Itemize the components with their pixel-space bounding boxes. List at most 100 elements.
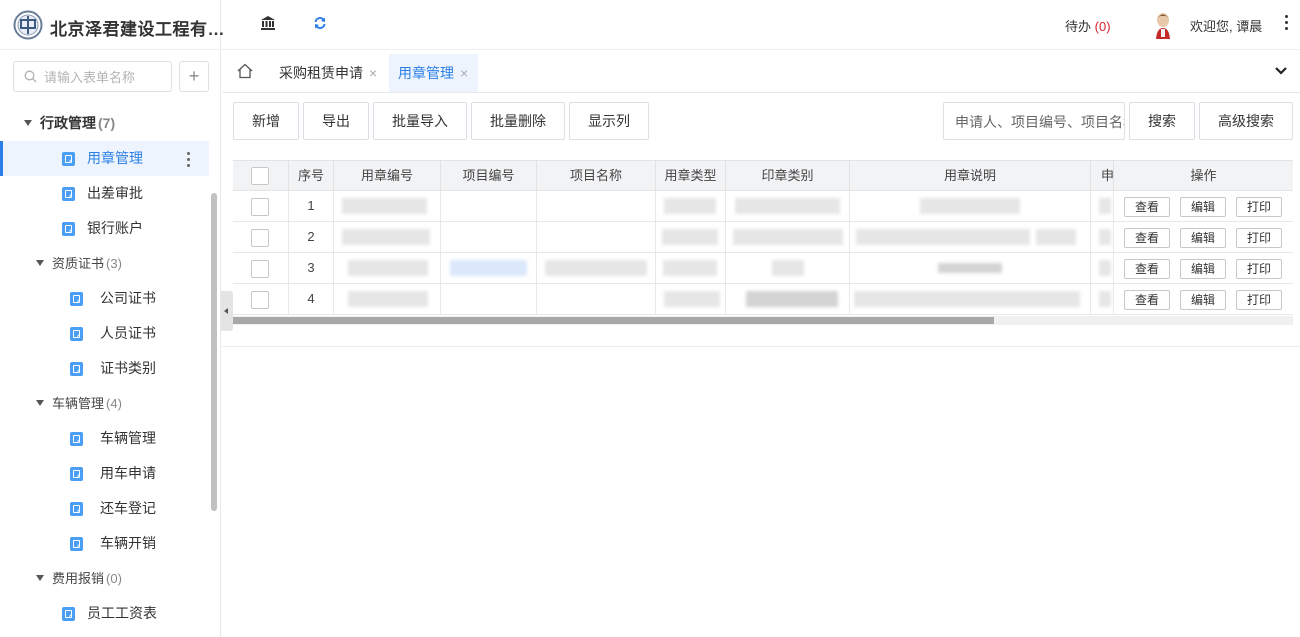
add-form-button[interactable]: + xyxy=(179,61,209,92)
redacted-value xyxy=(1099,198,1111,214)
seal-no-cell xyxy=(334,284,441,314)
batch-delete-button[interactable]: 批量删除 xyxy=(471,102,565,140)
sidebar-scrollbar[interactable] xyxy=(211,193,217,511)
redacted-value xyxy=(663,260,717,276)
print-button[interactable]: 打印 xyxy=(1236,290,1282,310)
sidebar-item-vehicle-return[interactable]: 还车登记 xyxy=(0,491,209,526)
tree-group-admin[interactable]: 行政管理 (7) xyxy=(0,106,209,141)
row-checkbox[interactable] xyxy=(251,260,269,278)
tab-seal-management[interactable]: 用章管理 × xyxy=(389,54,479,92)
row-checkbox-cell xyxy=(233,253,289,283)
sidebar-item-vehicle-expense[interactable]: 车辆开销 xyxy=(0,526,209,561)
batch-import-button[interactable]: 批量导入 xyxy=(373,102,467,140)
form-search-field[interactable] xyxy=(13,61,172,92)
todo-link[interactable]: 待办 (0) xyxy=(1065,16,1111,35)
add-button[interactable]: 新增 xyxy=(233,102,299,140)
col-header-index[interactable]: 序号 xyxy=(289,161,334,191)
tree-group-expenses[interactable]: 费用报销 (0) xyxy=(0,561,209,596)
header-checkbox-cell xyxy=(233,161,289,191)
table-horizontal-scrollbar[interactable] xyxy=(233,316,1293,325)
print-button[interactable]: 打印 xyxy=(1236,228,1282,248)
edit-button[interactable]: 编辑 xyxy=(1180,290,1226,310)
redacted-value xyxy=(664,198,716,214)
seal-description-cell xyxy=(850,222,1091,252)
tab-close-icon[interactable]: × xyxy=(369,65,377,81)
table-header: 序号 用章编号 项目编号 项目名称 用章类型 印章类别 用章说明 申 操作 xyxy=(233,160,1293,191)
col-header-seal-category[interactable]: 印章类别 xyxy=(726,161,850,191)
tree-group-vehicles[interactable]: 车辆管理 (4) xyxy=(0,386,209,421)
refresh-icon[interactable] xyxy=(313,16,327,30)
welcome-user[interactable]: 欢迎您, 谭晨 xyxy=(1190,16,1262,35)
sidebar-item-company-cert[interactable]: 公司证书 xyxy=(0,281,209,316)
project-name-cell xyxy=(537,191,656,221)
tab-close-icon[interactable]: × xyxy=(460,65,468,81)
col-header-seal-type[interactable]: 用章类型 xyxy=(656,161,726,191)
print-button[interactable]: 打印 xyxy=(1236,259,1282,279)
row-checkbox[interactable] xyxy=(251,198,269,216)
sidebar-item-vehicle-request[interactable]: 用车申请 xyxy=(0,456,209,491)
seal-description-cell xyxy=(850,191,1091,221)
chevron-down-icon[interactable] xyxy=(1274,66,1288,76)
group-count: (4) xyxy=(106,396,122,411)
edit-button[interactable]: 编辑 xyxy=(1180,228,1226,248)
bank-icon[interactable] xyxy=(260,15,276,31)
show-columns-button[interactable]: 显示列 xyxy=(569,102,649,140)
sidebar-item-vehicle-management[interactable]: 车辆管理 xyxy=(0,421,209,456)
redacted-value xyxy=(342,198,427,214)
group-count: (3) xyxy=(106,256,122,271)
caret-down-icon xyxy=(36,575,44,581)
view-button[interactable]: 查看 xyxy=(1124,259,1170,279)
form-doc-icon xyxy=(62,607,75,621)
keyword-filter-field[interactable] xyxy=(943,102,1125,140)
redacted-value xyxy=(664,291,720,307)
group-label: 行政管理 xyxy=(40,115,96,131)
applicant-cell xyxy=(1091,253,1114,283)
active-indicator xyxy=(0,141,3,176)
scrollbar-thumb[interactable] xyxy=(233,317,994,324)
print-button[interactable]: 打印 xyxy=(1236,197,1282,217)
sidebar-item-label: 出差审批 xyxy=(87,185,143,201)
col-header-project-name[interactable]: 项目名称 xyxy=(537,161,656,191)
form-search-input[interactable] xyxy=(44,67,166,87)
col-header-project-no[interactable]: 项目编号 xyxy=(441,161,537,191)
table-row: 1 查看 编辑 打印 xyxy=(233,191,1293,222)
row-checkbox[interactable] xyxy=(251,229,269,247)
keyword-filter-input[interactable] xyxy=(955,112,1124,132)
seal-type-cell xyxy=(656,191,726,221)
col-header-applicant[interactable]: 申 xyxy=(1091,161,1114,191)
sidebar-item-personnel-cert[interactable]: 人员证书 xyxy=(0,316,209,351)
edit-button[interactable]: 编辑 xyxy=(1180,259,1226,279)
sidebar-item-label: 公司证书 xyxy=(100,290,156,306)
view-button[interactable]: 查看 xyxy=(1124,290,1170,310)
item-more-icon[interactable] xyxy=(186,150,190,168)
redacted-value xyxy=(1099,291,1111,307)
view-button[interactable]: 查看 xyxy=(1124,228,1170,248)
seal-category-cell xyxy=(726,284,850,314)
seal-type-cell xyxy=(656,284,726,314)
sidebar-item-label: 银行账户 xyxy=(87,220,143,236)
seal-category-cell xyxy=(726,222,850,252)
row-checkbox[interactable] xyxy=(251,291,269,309)
tab-purchase-lease[interactable]: 采购租赁申请 × xyxy=(279,54,377,92)
form-doc-icon xyxy=(70,502,83,516)
sidebar-collapse-handle[interactable] xyxy=(221,291,233,331)
search-button[interactable]: 搜索 xyxy=(1129,102,1195,140)
actions-cell: 查看 编辑 打印 xyxy=(1114,284,1293,314)
col-header-seal-description[interactable]: 用章说明 xyxy=(850,161,1091,191)
sidebar-item-business-trip[interactable]: 出差审批 xyxy=(0,176,209,211)
avatar[interactable] xyxy=(1151,11,1175,39)
sidebar-item-seal-management[interactable]: 用章管理 xyxy=(0,141,209,176)
advanced-search-button[interactable]: 高级搜索 xyxy=(1199,102,1293,140)
col-header-seal-no[interactable]: 用章编号 xyxy=(334,161,441,191)
select-all-checkbox[interactable] xyxy=(251,167,269,185)
edit-button[interactable]: 编辑 xyxy=(1180,197,1226,217)
sidebar-item-payroll[interactable]: 员工工资表 xyxy=(0,596,209,631)
tree-group-certificates[interactable]: 资质证书 (3) xyxy=(0,246,209,281)
export-button[interactable]: 导出 xyxy=(303,102,369,140)
sidebar-item-cert-category[interactable]: 证书类别 xyxy=(0,351,209,386)
sidebar-item-bank-account[interactable]: 银行账户 xyxy=(0,211,209,246)
form-doc-icon xyxy=(62,152,75,166)
more-vertical-icon[interactable] xyxy=(1284,15,1288,33)
view-button[interactable]: 查看 xyxy=(1124,197,1170,217)
home-icon[interactable] xyxy=(236,62,254,80)
